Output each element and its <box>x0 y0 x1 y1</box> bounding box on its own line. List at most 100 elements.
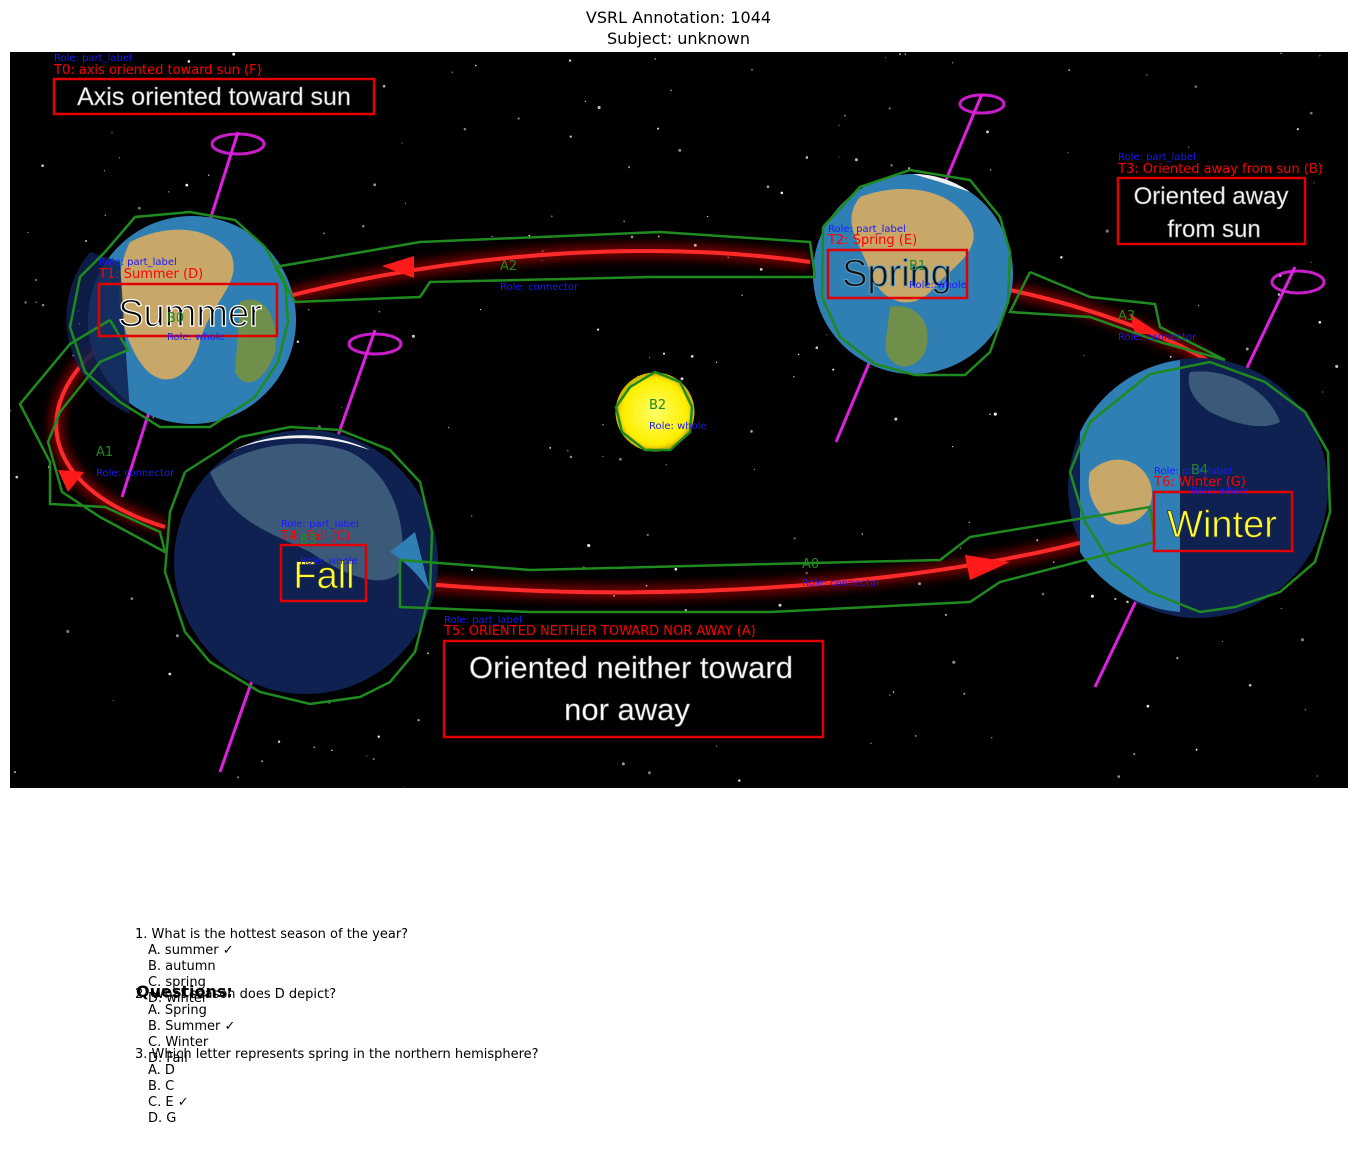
star <box>1146 74 1148 76</box>
image-label-neither-1: Oriented neither toward <box>469 650 793 685</box>
star <box>993 412 997 416</box>
star <box>569 455 573 459</box>
star <box>322 232 325 235</box>
star <box>951 445 954 448</box>
b3-id: B3 <box>300 533 317 548</box>
star <box>331 749 333 752</box>
star <box>888 107 891 110</box>
star <box>1310 261 1312 263</box>
star <box>991 737 993 739</box>
star <box>944 613 948 616</box>
star <box>1309 111 1313 115</box>
label-panel-away: Oriented away from sun <box>1118 178 1305 244</box>
star <box>567 449 569 452</box>
a0-role: Role: connector <box>802 578 881 589</box>
question-1: 1. What is the hottest season of the yea… <box>135 927 409 942</box>
star <box>372 758 375 760</box>
star <box>670 89 672 92</box>
star <box>307 308 310 311</box>
star <box>815 346 819 350</box>
star <box>111 131 113 134</box>
star <box>1304 708 1307 711</box>
star <box>623 220 625 223</box>
star <box>674 567 678 571</box>
a2-id: A2 <box>500 259 517 274</box>
image-label-neither-2: nor away <box>564 692 690 727</box>
star <box>1318 321 1322 324</box>
star <box>35 301 37 303</box>
a1-id: A1 <box>96 445 113 460</box>
star <box>657 127 660 130</box>
b2-id: B2 <box>649 398 666 413</box>
questions-heading: Questions: <box>136 982 233 1001</box>
star <box>738 779 741 782</box>
star <box>1195 748 1198 751</box>
star <box>491 235 493 238</box>
star <box>793 537 796 540</box>
star <box>963 692 966 695</box>
b4-id: B4 <box>1191 463 1208 478</box>
star <box>797 353 800 356</box>
star <box>854 158 858 162</box>
star <box>1083 354 1085 356</box>
star <box>898 53 902 56</box>
star <box>597 105 601 110</box>
star <box>237 776 239 779</box>
star <box>838 156 840 158</box>
star <box>1126 600 1129 604</box>
star <box>373 183 377 187</box>
star <box>894 417 898 421</box>
star <box>66 629 70 634</box>
star <box>1176 657 1179 660</box>
star <box>654 58 656 60</box>
star <box>1067 151 1069 154</box>
star <box>889 694 891 697</box>
star <box>417 718 420 722</box>
diagram-image: Axis oriented toward sun Oriented away f… <box>10 52 1348 788</box>
star <box>780 191 784 195</box>
star <box>167 190 170 193</box>
question-3-option-c: C. E ✓ <box>148 1095 189 1110</box>
star <box>707 215 709 218</box>
star <box>649 356 651 358</box>
star <box>277 740 281 743</box>
star <box>1146 704 1150 708</box>
question-3-option-b: B. C <box>148 1079 175 1094</box>
page-title: VSRL Annotation: 1044 <box>585 8 772 27</box>
t0-label: T0: axis oriented toward sun (F) <box>53 63 262 78</box>
star <box>1194 85 1198 88</box>
star <box>753 468 756 471</box>
star <box>366 755 368 757</box>
star <box>766 185 770 189</box>
star <box>1248 683 1252 687</box>
star <box>471 515 473 517</box>
star <box>361 224 365 228</box>
star <box>517 117 520 120</box>
star <box>470 568 474 572</box>
star <box>1322 391 1324 393</box>
star <box>805 156 809 159</box>
star <box>1197 304 1200 307</box>
star <box>628 166 631 169</box>
star <box>778 603 782 607</box>
star <box>1245 347 1249 351</box>
star <box>41 164 44 167</box>
star <box>825 334 828 336</box>
star <box>885 57 887 59</box>
b2-role: Role: whole <box>649 421 707 432</box>
star <box>750 430 753 433</box>
star <box>602 455 604 457</box>
question-2-option-a: A. Spring <box>148 1003 207 1018</box>
label-panel-neither: Oriented neither toward nor away <box>444 641 823 737</box>
question-1-option-b: B. autumn <box>148 959 216 974</box>
a3-id: A3 <box>1118 309 1135 324</box>
star <box>680 377 684 381</box>
star <box>602 424 604 426</box>
star <box>475 64 477 67</box>
star <box>378 310 381 313</box>
star <box>382 84 386 88</box>
star <box>1316 775 1319 777</box>
star <box>118 157 120 159</box>
star <box>1036 539 1039 542</box>
star <box>403 786 405 788</box>
